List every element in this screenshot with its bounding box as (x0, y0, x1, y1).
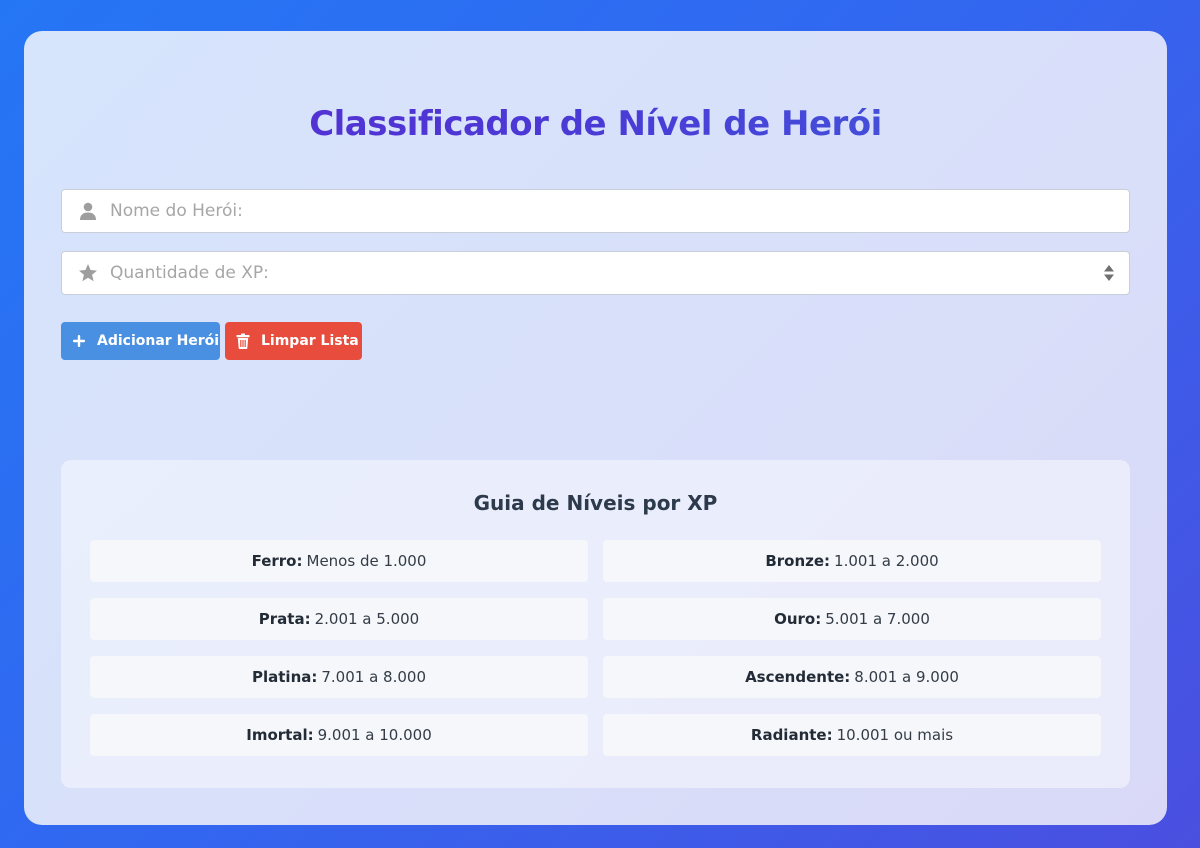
tier-item-imortal: Imortal: 9.001 a 10.000 (90, 714, 588, 756)
main-card: Classificador de Nível de Herói Adiciona… (24, 31, 1167, 825)
tier-item-platina: Platina: 7.001 a 8.000 (90, 656, 588, 698)
tier-item-ferro: Ferro: Menos de 1.000 (90, 540, 588, 582)
tier-range: 7.001 a 8.000 (321, 668, 426, 686)
tier-name: Radiante: (750, 726, 833, 744)
xp-amount-field[interactable] (61, 251, 1130, 295)
user-icon (80, 202, 96, 220)
tier-name: Ascendente: (745, 668, 851, 686)
tier-name: Ferro: (251, 552, 303, 570)
xp-amount-input[interactable] (110, 252, 1089, 294)
hero-name-input[interactable] (110, 190, 1089, 232)
number-spinner-icon[interactable] (1103, 264, 1115, 282)
clear-list-button[interactable]: Limpar Lista (225, 322, 362, 360)
tier-item-prata: Prata: 2.001 a 5.000 (90, 598, 588, 640)
guide-title: Guia de Níveis por XP (473, 491, 718, 515)
plus-icon (73, 335, 85, 347)
tier-name: Platina: (252, 668, 318, 686)
xp-level-guide: Guia de Níveis por XP Ferro: Menos de 1.… (61, 460, 1130, 788)
trash-icon (236, 333, 250, 349)
tier-name: Ouro: (774, 610, 822, 628)
tier-range: 2.001 a 5.000 (314, 610, 420, 628)
tier-range: 9.001 a 10.000 (317, 726, 432, 744)
tier-grid: Ferro: Menos de 1.000 Bronze: 1.001 a 2.… (90, 540, 1101, 756)
tier-name: Bronze: (765, 552, 831, 570)
tier-range: 1.001 a 2.000 (834, 552, 939, 570)
tier-item-ascendente: Ascendente: 8.001 a 9.000 (603, 656, 1101, 698)
tier-item-ouro: Ouro: 5.001 a 7.000 (603, 598, 1101, 640)
tier-range: 5.001 a 7.000 (825, 610, 930, 628)
page-title: Classificador de Nível de Herói (24, 104, 1167, 144)
tier-item-radiante: Radiante: 10.001 ou mais (603, 714, 1101, 756)
clear-list-label: Limpar Lista (261, 333, 359, 349)
add-hero-button[interactable]: Adicionar Herói (61, 322, 220, 360)
tier-range: Menos de 1.000 (306, 552, 427, 570)
tier-name: Prata: (258, 610, 311, 628)
tier-item-bronze: Bronze: 1.001 a 2.000 (603, 540, 1101, 582)
add-hero-label: Adicionar Herói (97, 333, 220, 349)
tier-range: 10.001 ou mais (836, 726, 954, 744)
hero-name-field[interactable] (61, 189, 1130, 233)
star-icon (79, 264, 97, 282)
tier-range: 8.001 a 9.000 (854, 668, 959, 686)
tier-name: Imortal: (246, 726, 314, 744)
